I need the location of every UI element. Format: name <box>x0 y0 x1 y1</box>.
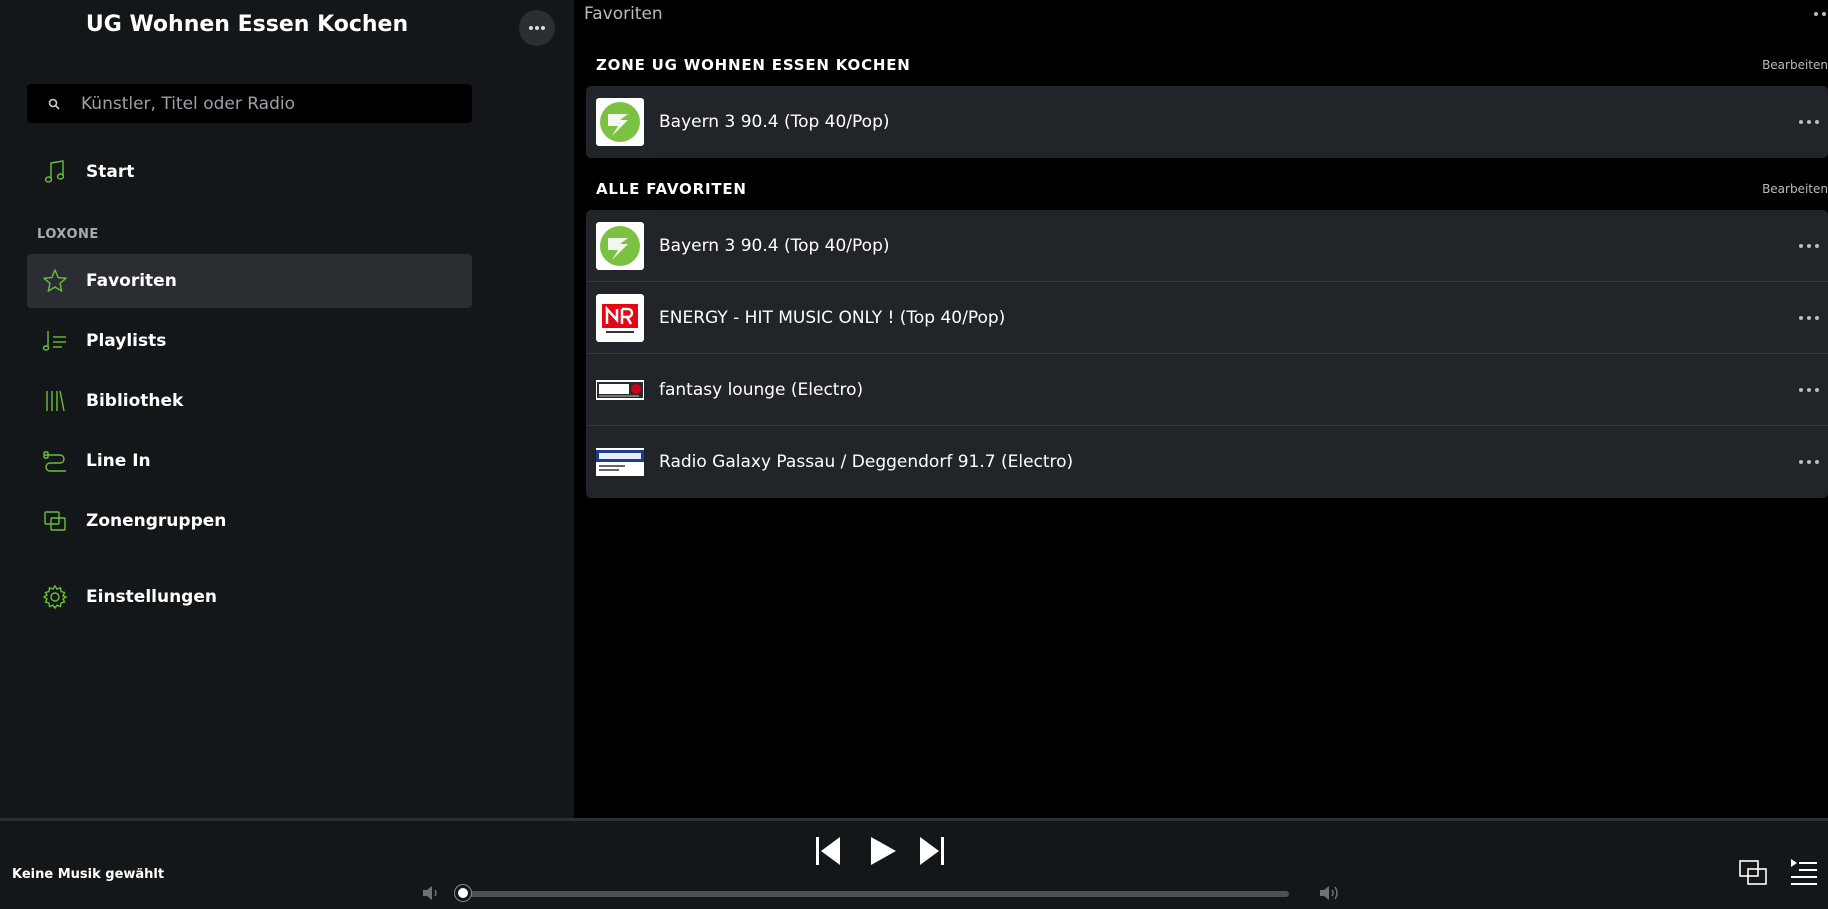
list-item[interactable]: fantasy lounge (Electro) <box>586 354 1828 426</box>
star-icon <box>34 268 76 294</box>
row-more-button[interactable] <box>1796 234 1822 258</box>
playlist-icon <box>34 329 76 353</box>
music-note-icon <box>34 159 76 185</box>
main-content: Favoriten ZONE UG WOHNEN ESSEN KOCHEN Be… <box>574 0 1828 820</box>
station-title: Bayern 3 90.4 (Top 40/Pop) <box>659 235 890 256</box>
nav-bibliothek-label: Bibliothek <box>86 391 184 411</box>
library-icon <box>34 389 76 413</box>
nav-start-label: Start <box>86 162 135 182</box>
more-horizontal-icon <box>1799 460 1819 464</box>
nav-line-in-label: Line In <box>86 451 151 471</box>
nav-zonengruppen-label: Zonengruppen <box>86 511 227 531</box>
favorites-list-zone: Bayern 3 90.4 (Top 40/Pop) <box>586 86 1828 158</box>
edit-button[interactable]: Bearbeiten <box>1762 58 1828 72</box>
row-more-button[interactable] <box>1796 450 1822 474</box>
nav-favoriten[interactable]: Favoriten <box>27 254 472 308</box>
volume-slider-track[interactable] <box>463 891 1289 897</box>
queue-icon <box>1791 859 1817 885</box>
list-item[interactable]: Radio Galaxy Passau / Deggendorf 91.7 (E… <box>586 426 1828 498</box>
page-more-button[interactable] <box>1798 4 1828 24</box>
search-input[interactable] <box>81 93 461 114</box>
player-bar: Keine Musik gewählt <box>0 818 1828 909</box>
section-label-loxone: LOXONE <box>37 227 99 242</box>
zone-groups-button[interactable] <box>1738 859 1768 891</box>
more-horizontal-icon <box>1799 388 1819 392</box>
nrj-logo <box>596 293 644 342</box>
next-button[interactable] <box>918 835 946 871</box>
sidebar: UG Wohnen Essen Kochen Start LOXONE Favo… <box>0 0 574 820</box>
galaxy-logo <box>596 438 644 486</box>
more-horizontal-icon <box>1814 12 1826 16</box>
more-horizontal-icon <box>1799 316 1819 320</box>
nav-zonengruppen[interactable]: Zonengruppen <box>27 494 472 548</box>
group-header-zone: ZONE UG WOHNEN ESSEN KOCHEN Bearbeiten <box>596 56 1828 74</box>
station-title: Radio Galaxy Passau / Deggendorf 91.7 (E… <box>659 452 1074 472</box>
volume-low-icon <box>421 884 441 906</box>
nav-playlists[interactable]: Playlists <box>27 314 472 368</box>
station-title: ENERGY - HIT MUSIC ONLY ! (Top 40/Pop) <box>659 307 1006 328</box>
nav-playlists-label: Playlists <box>86 331 167 351</box>
bayern3-logo <box>596 221 644 270</box>
more-horizontal-icon <box>529 26 545 30</box>
favorites-list-all: Bayern 3 90.4 (Top 40/Pop) ENERGY - HIT … <box>586 210 1828 498</box>
zone-groups-icon <box>34 509 76 533</box>
skip-previous-icon <box>816 837 840 865</box>
row-more-button[interactable] <box>1796 306 1822 330</box>
queue-button[interactable] <box>1789 857 1819 891</box>
line-in-icon <box>34 449 76 473</box>
nav-bibliothek[interactable]: Bibliothek <box>27 374 472 428</box>
group-title: ZONE UG WOHNEN ESSEN KOCHEN <box>596 56 911 74</box>
more-horizontal-icon <box>1799 120 1819 124</box>
volume-high-icon <box>1318 883 1342 907</box>
previous-button[interactable] <box>814 835 842 871</box>
nav-favoriten-label: Favoriten <box>86 271 177 291</box>
play-icon <box>871 837 896 865</box>
volume-slider-handle[interactable] <box>455 885 471 901</box>
nav-einstellungen-label: Einstellungen <box>86 587 217 607</box>
zone-title: UG Wohnen Essen Kochen <box>85 12 409 37</box>
zone-more-button[interactable] <box>519 10 555 46</box>
nav-start[interactable]: Start <box>27 145 472 199</box>
group-header-all: ALLE FAVORITEN Bearbeiten <box>596 180 1828 198</box>
station-title: fantasy lounge (Electro) <box>659 379 864 400</box>
play-button[interactable] <box>868 835 898 871</box>
list-item[interactable]: ENERGY - HIT MUSIC ONLY ! (Top 40/Pop) <box>586 282 1828 354</box>
gear-icon <box>34 584 76 610</box>
now-playing-label: Keine Musik gewählt <box>12 867 165 882</box>
group-title: ALLE FAVORITEN <box>596 180 747 198</box>
edit-button[interactable]: Bearbeiten <box>1762 182 1828 196</box>
list-item[interactable]: Bayern 3 90.4 (Top 40/Pop) <box>586 86 1828 158</box>
more-horizontal-icon <box>1799 244 1819 248</box>
page-title: Favoriten <box>584 4 663 24</box>
row-more-button[interactable] <box>1796 110 1822 134</box>
bayern3-logo <box>596 98 644 146</box>
lounge-logo <box>596 366 644 414</box>
zone-groups-icon <box>1739 860 1767 885</box>
search-field[interactable] <box>27 84 472 123</box>
list-item[interactable]: Bayern 3 90.4 (Top 40/Pop) <box>586 210 1828 282</box>
nav-einstellungen[interactable]: Einstellungen <box>27 570 472 624</box>
skip-next-icon <box>920 837 944 865</box>
station-title: Bayern 3 90.4 (Top 40/Pop) <box>659 112 890 132</box>
nav-line-in[interactable]: Line In <box>27 434 472 488</box>
row-more-button[interactable] <box>1796 378 1822 402</box>
search-icon <box>27 98 81 110</box>
